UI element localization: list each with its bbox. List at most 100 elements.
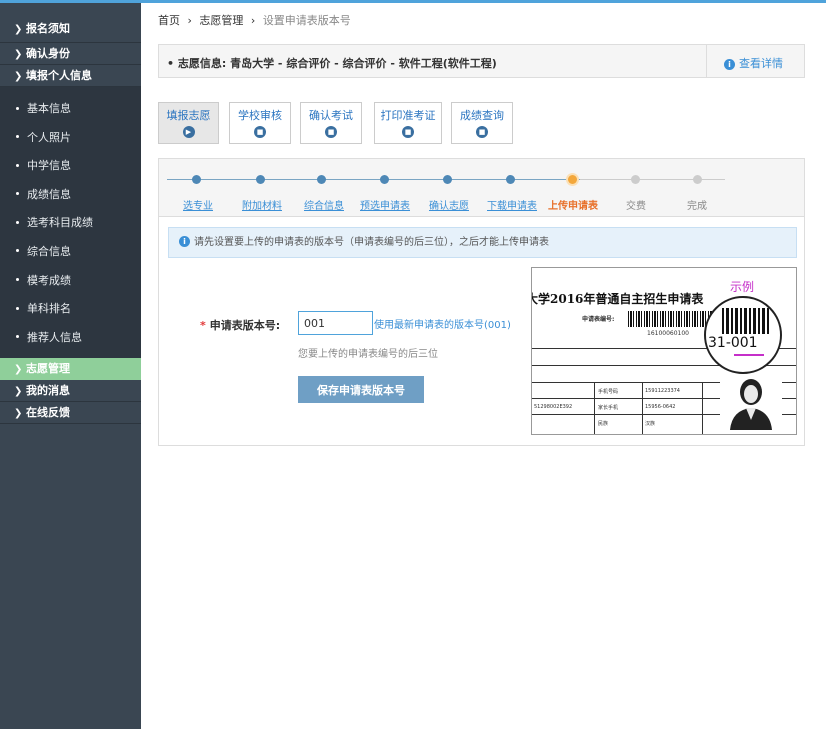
chevron-right-icon: ❯ [14,24,23,35]
step-comprehensive[interactable]: 综合信息 [304,197,344,212]
lock-circle-icon: ■ [254,126,266,138]
breadcrumb-separator: › [250,14,256,27]
sidebar: ❯ 报名须知 ❯ 确认身份 ❯ 填报个人信息 基本信息 个人照片 中学信息 成绩信息 … [0,0,141,729]
sidebar-section-label: 填报个人信息 [26,69,92,82]
progress-steps: 选专业 附加材料 综合信息 预选申请表 确认志愿 下载申请表 上传申请表 交费 … [159,159,804,217]
sidebar-item-photo[interactable]: 个人照片 [0,124,141,153]
sidebar-item-label: 选考科目成绩 [27,216,93,230]
step-dot [443,175,452,184]
use-latest-version-link[interactable]: 使用最新申请表的版本号(001) [374,316,511,331]
version-input[interactable] [298,311,373,335]
sidebar-item-label: 基本信息 [27,102,71,115]
sidebar-section-messages[interactable]: ❯ 我的消息 [0,380,141,403]
sidebar-item-elective-scores[interactable]: 选考科目成绩 [0,209,141,238]
volunteer-info-bar: • 志愿信息: 青岛大学 - 综合评价 - 综合评价 - 软件工程(软件工程) … [158,44,805,78]
sidebar-section-label: 我的消息 [26,384,70,398]
table-line [594,382,595,434]
table-line [702,382,703,434]
table-cell: 15956-0642 [645,404,676,410]
tab-score-query[interactable]: 成绩查询 ■ [451,102,513,144]
tab-fill-volunteer[interactable]: 填报志愿 ▶ [158,102,219,144]
view-details-link[interactable]: i 查看详情 [724,55,783,71]
breadcrumb-volunteer[interactable]: 志愿管理 [199,14,243,27]
example-barcode-number: 16100060100 [647,330,689,337]
sidebar-section-volunteer[interactable]: ❯ 志愿管理 [0,358,141,381]
info-icon: i [179,235,190,247]
example-badge: 示例 [730,280,755,294]
breadcrumb-current: 设置申请表版本号 [262,14,351,27]
step-dot [380,175,389,184]
step-dot [317,175,326,184]
step-download-form[interactable]: 下载申请表 [487,197,537,212]
bullet-icon [16,249,19,253]
tab-school-review[interactable]: 学校审核 ■ [229,102,291,144]
sidebar-section-label: 确认身份 [26,47,70,60]
step-dot [192,175,201,184]
progress-line-done [167,179,580,180]
highlight-underline [734,354,764,356]
bullet-icon [16,278,19,282]
divider [706,45,707,77]
example-code-label: 申请表编号: [582,316,615,323]
bullet-icon [16,335,19,339]
sidebar-item-referee[interactable]: 推荐人信息 [0,324,141,353]
tab-label: 学校审核 [238,109,282,122]
save-version-button[interactable]: 保存申请表版本号 [298,376,424,403]
chevron-right-icon: ❯ [14,71,23,82]
sidebar-item-label: 单科排名 [27,302,71,316]
table-cell: 15911223374 [645,388,680,394]
step-preselect-form[interactable]: 预选申请表 [360,197,410,212]
step-confirm-volunteer[interactable]: 确认志愿 [429,197,469,212]
volunteer-info-text: • 志愿信息: 青岛大学 - 综合评价 - 综合评价 - 软件工程(软件工程) [167,57,497,70]
sidebar-item-ranking[interactable]: 单科排名 [0,295,141,324]
bullet-icon [16,135,19,139]
table-cell: 手机号码 [598,389,619,395]
sidebar-item-label: 中学信息 [27,159,71,173]
lock-circle-icon: ■ [402,126,414,138]
bullet-icon [16,192,19,196]
version-label: * 申请表版本号: [200,317,280,333]
zoom-number: 31-001 [708,335,758,351]
sidebar-item-basic-info[interactable]: 基本信息 [0,95,141,124]
table-cell: 51298002E392 [534,404,573,410]
step-dot-future [631,175,640,184]
sidebar-sub-menu: 基本信息 个人照片 中学信息 成绩信息 选考科目成绩 综合信息 模考成绩 单科排… [0,87,141,359]
step-select-major[interactable]: 选专业 [183,197,213,212]
volunteer-info-value: 志愿信息: 青岛大学 - 综合评价 - 综合评价 - 软件工程(软件工程) [177,57,497,70]
chevron-right-icon: ❯ [14,49,23,60]
notice-banner: i 请先设置要上传的申请表的版本号（申请表编号的后三位），之后才能上传申请表 [168,227,797,258]
sidebar-section-feedback[interactable]: ❯ 在线反馈 [0,402,141,425]
sidebar-section-notice[interactable]: ❯ 报名须知 [0,15,141,43]
example-form-title: 大学2016年普通自主招生申请表 [531,292,704,306]
bullet-icon [16,106,19,110]
sidebar-item-label: 个人照片 [27,130,71,144]
barcode-icon [722,308,770,334]
sidebar-item-school[interactable]: 中学信息 [0,152,141,181]
sidebar-item-mock-scores[interactable]: 模考成绩 [0,267,141,296]
tab-confirm-exam[interactable]: 确认考试 ■ [300,102,362,144]
sidebar-section-personal-info[interactable]: ❯ 填报个人信息 [0,65,141,87]
sidebar-item-grades[interactable]: 成绩信息 [0,181,141,210]
step-complete: 完成 [687,201,707,212]
chevron-right-icon: ❯ [14,364,23,376]
view-details-label: 查看详情 [739,57,783,70]
sidebar-section-label: 报名须知 [26,22,70,35]
tab-label: 确认考试 [309,109,353,122]
tab-print-ticket[interactable]: 打印准考证 ■ [374,102,442,144]
sidebar-section-label: 志愿管理 [26,362,70,376]
sidebar-item-label: 推荐人信息 [27,330,82,344]
step-dot-future [693,175,702,184]
step-attachments[interactable]: 附加材料 [242,197,282,212]
notice-text: 请先设置要上传的申请表的版本号（申请表编号的后三位），之后才能上传申请表 [194,237,549,248]
chevron-right-icon: ❯ [14,408,23,420]
breadcrumb-home[interactable]: 首页 [158,14,180,27]
step-payment: 交费 [626,201,646,212]
table-cell: 民族 [598,421,609,427]
steps-panel: 选专业 附加材料 综合信息 预选申请表 确认志愿 下载申请表 上传申请表 交费 … [158,158,805,446]
info-icon: i [724,59,735,70]
step-dot [256,175,265,184]
sidebar-section-identity[interactable]: ❯ 确认身份 [0,43,141,65]
table-line [642,382,643,434]
sidebar-item-comprehensive[interactable]: 综合信息 [0,238,141,267]
person-photo-icon [720,370,782,430]
